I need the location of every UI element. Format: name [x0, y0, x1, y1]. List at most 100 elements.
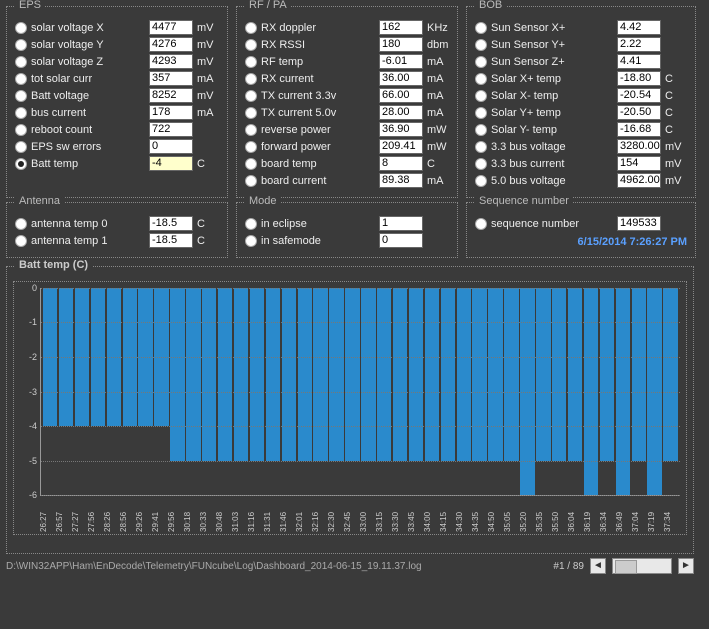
bar — [409, 288, 423, 461]
solar-voltage-x-value[interactable]: 4477 — [149, 20, 193, 35]
solar-voltage-z-radio[interactable] — [15, 56, 27, 68]
solar-voltage-y-value[interactable]: 4276 — [149, 37, 193, 52]
tot-solar-curr-radio[interactable] — [15, 73, 27, 85]
tx-current-33v-value[interactable]: 66.00 — [379, 88, 423, 103]
rf-temp-value[interactable]: -6.01 — [379, 54, 423, 69]
reverse-power-radio[interactable] — [245, 124, 257, 136]
solar-ym-temp-value[interactable]: -16.68 — [617, 122, 661, 137]
solar-voltage-y-radio[interactable] — [15, 39, 27, 51]
y-tick-label: -4 — [21, 421, 37, 431]
batt-temp-value[interactable]: -4 — [149, 156, 193, 171]
batt-voltage-radio[interactable] — [15, 90, 27, 102]
bus-50-voltage-radio[interactable] — [475, 175, 487, 187]
board-current-radio[interactable] — [245, 175, 257, 187]
page-number: #1 / 89 — [553, 561, 584, 572]
solar-ym-temp-radio[interactable] — [475, 124, 487, 136]
reverse-power-value[interactable]: 36.90 — [379, 122, 423, 137]
bus-current-value[interactable]: 178 — [149, 105, 193, 120]
x-tick-label: 33:30 — [392, 496, 408, 532]
x-tick-label: 29:41 — [152, 496, 168, 532]
sequence-number-value[interactable]: 149533 — [617, 216, 661, 231]
bus-current-radio[interactable] — [15, 107, 27, 119]
rx-doppler-value[interactable]: 162 — [379, 20, 423, 35]
batt-temp-label: Batt temp — [31, 158, 145, 170]
bar — [441, 288, 455, 461]
bus-33-voltage-row: 3.3 bus voltage3280.00mV — [475, 138, 687, 155]
solar-yp-temp-value[interactable]: -20.50 — [617, 105, 661, 120]
antenna-temp-1-radio[interactable] — [15, 235, 27, 247]
bus-33-voltage-value[interactable]: 3280.00 — [617, 139, 661, 154]
bus-current-label: bus current — [31, 107, 145, 119]
nav-slider[interactable] — [612, 558, 672, 574]
in-eclipse-value[interactable]: 1 — [379, 216, 423, 231]
antenna-temp-1-label: antenna temp 1 — [31, 235, 145, 247]
solar-yp-temp-radio[interactable] — [475, 107, 487, 119]
rfpa-rows: RX doppler162KHzRX RSSI180dbmRF temp-6.0… — [245, 19, 449, 189]
tx-current-33v-radio[interactable] — [245, 90, 257, 102]
sequence-number-radio[interactable] — [475, 218, 487, 230]
sun-sensor-y-value[interactable]: 2.22 — [617, 37, 661, 52]
solar-xm-temp-radio[interactable] — [475, 90, 487, 102]
forward-power-row: forward power209.41mW — [245, 138, 449, 155]
bus-50-voltage-unit: mV — [665, 175, 687, 187]
sun-sensor-x-value[interactable]: 4.42 — [617, 20, 661, 35]
reboot-count-radio[interactable] — [15, 124, 27, 136]
solar-xm-temp-value[interactable]: -20.54 — [617, 88, 661, 103]
antenna-temp-0-value[interactable]: -18.5 — [149, 216, 193, 231]
bar — [425, 288, 439, 461]
eps-rows: solar voltage X4477mVsolar voltage Y4276… — [15, 19, 219, 172]
bus-33-voltage-radio[interactable] — [475, 141, 487, 153]
board-temp-radio[interactable] — [245, 158, 257, 170]
sun-sensor-y-radio[interactable] — [475, 39, 487, 51]
tot-solar-curr-row: tot solar curr357mA — [15, 70, 219, 87]
batt-temp-radio[interactable] — [15, 158, 27, 170]
forward-power-value[interactable]: 209.41 — [379, 139, 423, 154]
solar-voltage-y-row: solar voltage Y4276mV — [15, 36, 219, 53]
x-tick-label: 35:05 — [504, 496, 520, 532]
rx-rssi-value[interactable]: 180 — [379, 37, 423, 52]
eps-sw-errors-radio[interactable] — [15, 141, 27, 153]
eps-sw-errors-value[interactable]: 0 — [149, 139, 193, 154]
tx-current-50v-radio[interactable] — [245, 107, 257, 119]
solar-voltage-z-value[interactable]: 4293 — [149, 54, 193, 69]
antenna-temp-0-radio[interactable] — [15, 218, 27, 230]
in-safemode-value[interactable]: 0 — [379, 233, 423, 248]
tx-current-50v-value[interactable]: 28.00 — [379, 105, 423, 120]
sun-sensor-x-radio[interactable] — [475, 22, 487, 34]
board-current-value[interactable]: 89.38 — [379, 173, 423, 188]
tot-solar-curr-value[interactable]: 357 — [149, 71, 193, 86]
y-tick-label: -5 — [21, 456, 37, 466]
rx-doppler-radio[interactable] — [245, 22, 257, 34]
solar-yp-temp-row: Solar Y+ temp-20.50C — [475, 104, 687, 121]
reboot-count-row: reboot count722 — [15, 121, 219, 138]
antenna-temp-1-value[interactable]: -18.5 — [149, 233, 193, 248]
rx-current-value[interactable]: 36.00 — [379, 71, 423, 86]
sun-sensor-z-value[interactable]: 4.41 — [617, 54, 661, 69]
batt-voltage-value[interactable]: 8252 — [149, 88, 193, 103]
reboot-count-value[interactable]: 722 — [149, 122, 193, 137]
forward-power-radio[interactable] — [245, 141, 257, 153]
rx-rssi-radio[interactable] — [245, 39, 257, 51]
x-tick-label: 32:45 — [344, 496, 360, 532]
timestamp: 6/15/2014 7:26:27 PM — [475, 232, 687, 248]
rx-current-radio[interactable] — [245, 73, 257, 85]
next-button[interactable]: ► — [678, 558, 694, 574]
bus-50-voltage-value[interactable]: 4962.00 — [617, 173, 661, 188]
prev-button[interactable]: ◄ — [590, 558, 606, 574]
rf-temp-unit: mA — [427, 56, 449, 68]
sun-sensor-z-radio[interactable] — [475, 56, 487, 68]
bar — [472, 288, 486, 461]
bus-33-current-value[interactable]: 154 — [617, 156, 661, 171]
antenna-temp-0-label: antenna temp 0 — [31, 218, 145, 230]
x-tick-label: 31:03 — [232, 496, 248, 532]
solar-xp-temp-radio[interactable] — [475, 73, 487, 85]
in-eclipse-radio[interactable] — [245, 218, 257, 230]
board-temp-value[interactable]: 8 — [379, 156, 423, 171]
rf-temp-radio[interactable] — [245, 56, 257, 68]
in-safemode-radio[interactable] — [245, 235, 257, 247]
sun-sensor-x-row: Sun Sensor X+4.42 — [475, 19, 687, 36]
solar-voltage-x-radio[interactable] — [15, 22, 27, 34]
solar-xp-temp-value[interactable]: -18.80 — [617, 71, 661, 86]
bus-33-current-radio[interactable] — [475, 158, 487, 170]
rx-doppler-unit: KHz — [427, 22, 449, 34]
